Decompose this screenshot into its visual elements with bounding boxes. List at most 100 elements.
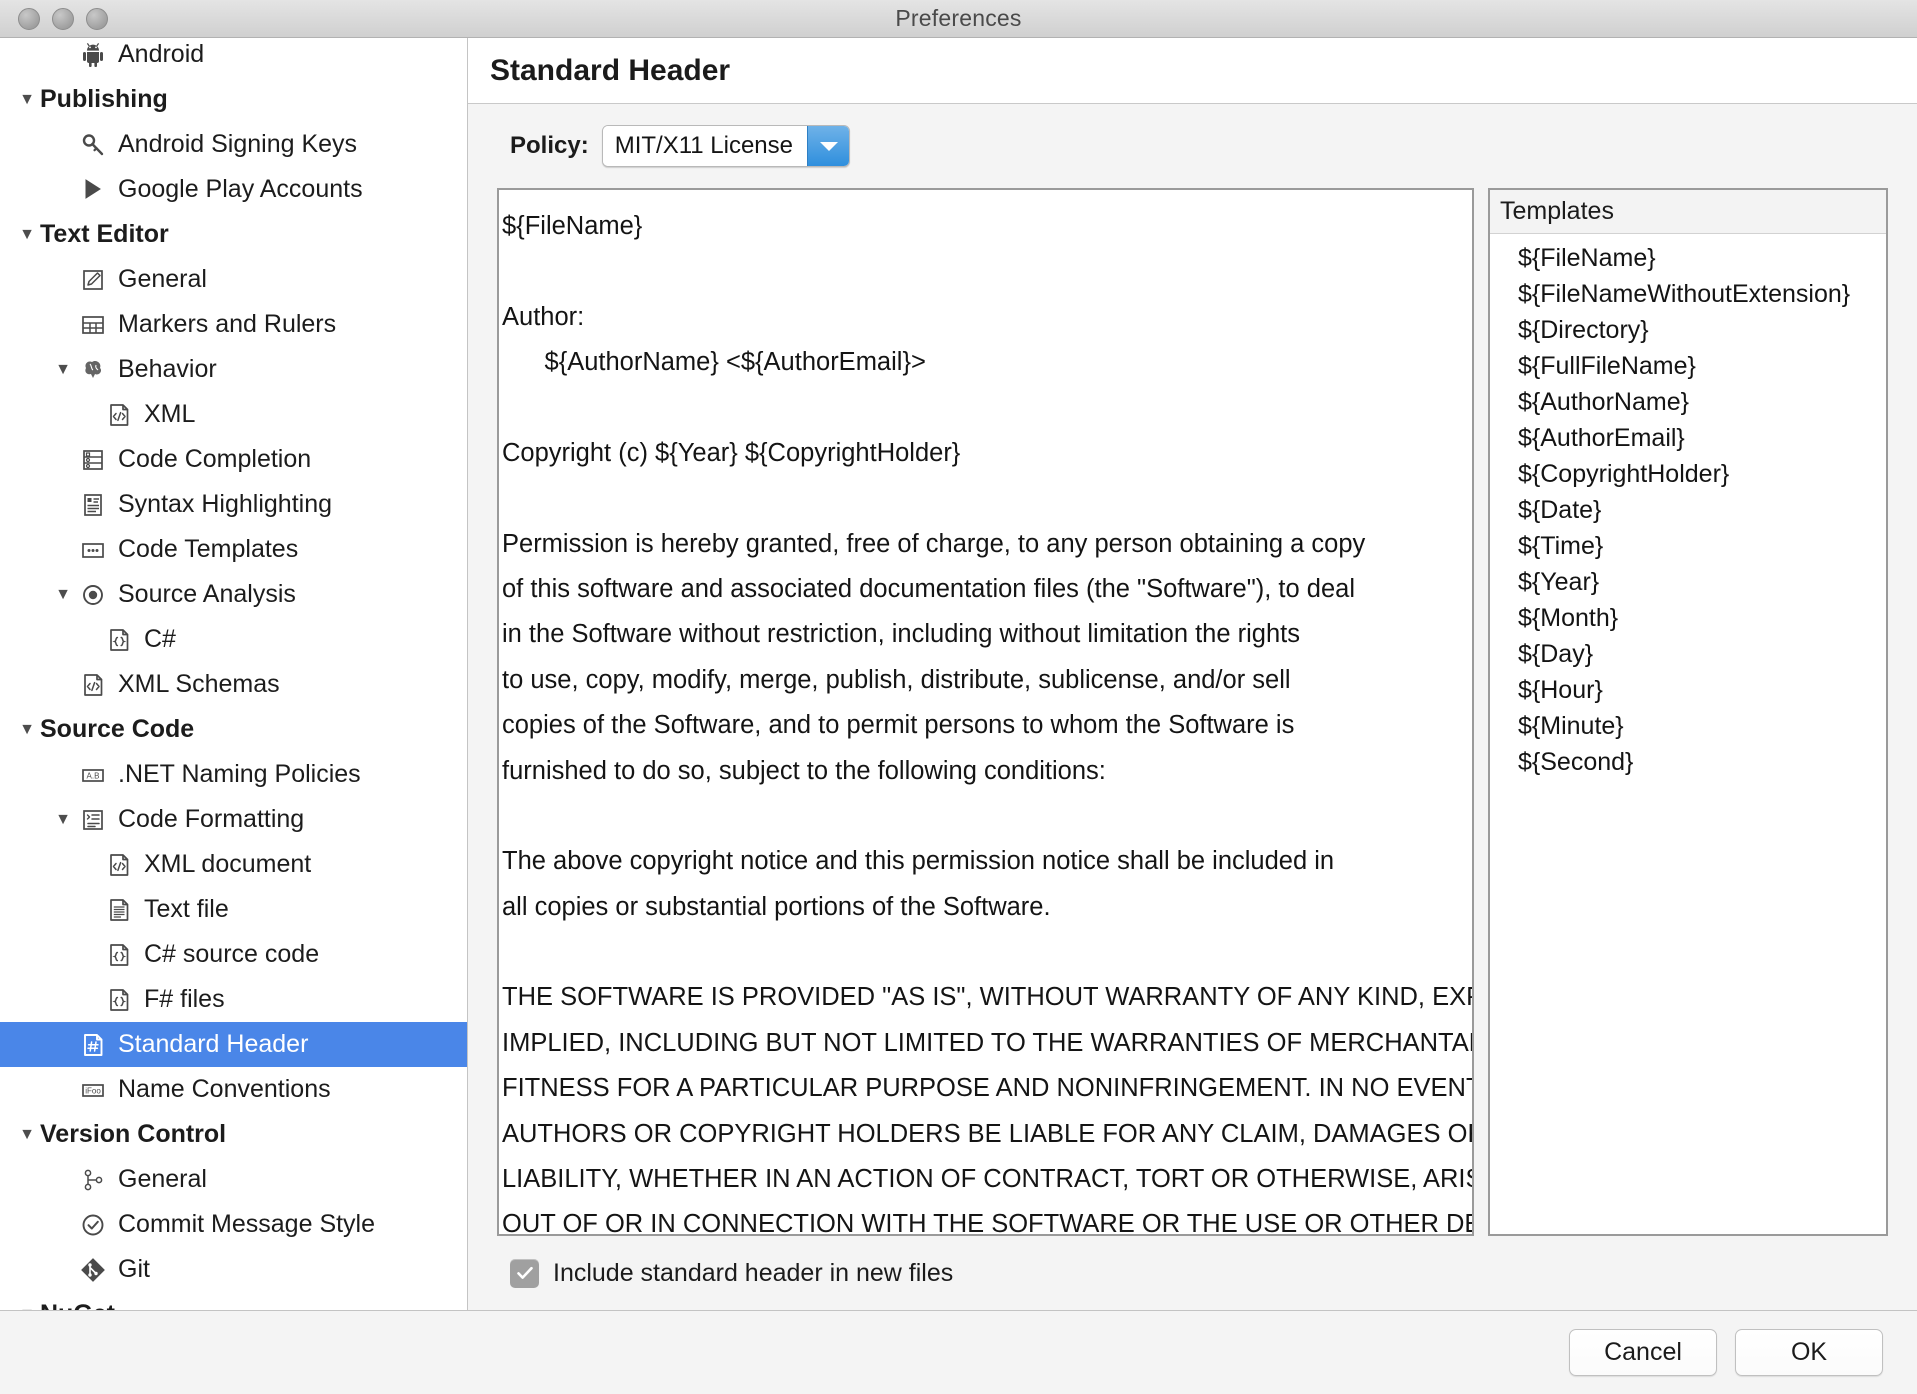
- sidebar-item-label: Code Formatting: [118, 805, 305, 833]
- key-icon: [76, 131, 110, 159]
- preferences-sidebar[interactable]: ▼Android▼Publishing▼Android Signing Keys…: [0, 38, 468, 1310]
- sidebar-item-xml[interactable]: ▼XML: [0, 392, 467, 437]
- sidebar-item-label: .NET Naming Policies: [118, 760, 361, 788]
- template-item[interactable]: ${FileName}: [1490, 240, 1886, 276]
- sidebar-item-label: C# source code: [144, 940, 320, 968]
- policy-label: Policy:: [510, 132, 589, 159]
- xml-document-icon: [102, 401, 136, 429]
- ellipsis-box-icon: [76, 536, 110, 564]
- sidebar-item-label: Publishing: [40, 85, 168, 113]
- xml-document-icon: [102, 851, 136, 879]
- cancel-button[interactable]: Cancel: [1569, 1329, 1717, 1376]
- sidebar-item-android-signing-keys[interactable]: ▼Android Signing Keys: [0, 122, 467, 167]
- braces-document-icon: [102, 626, 136, 654]
- sidebar-item-commit-message-style[interactable]: ▼Commit Message Style: [0, 1202, 467, 1247]
- sidebar-item-xml-document[interactable]: ▼XML document: [0, 842, 467, 887]
- sidebar-scroll-content: ▼Android▼Publishing▼Android Signing Keys…: [0, 38, 467, 1310]
- template-item[interactable]: ${FileNameWithoutExtension}: [1490, 276, 1886, 312]
- android-icon: [76, 41, 110, 69]
- sidebar-item-general[interactable]: ▼General: [0, 1157, 467, 1202]
- chevron-down-icon[interactable]: ▼: [50, 586, 76, 603]
- chevron-down-icon[interactable]: ▼: [50, 361, 76, 378]
- template-item[interactable]: ${Minute}: [1490, 708, 1886, 744]
- template-item[interactable]: ${CopyrightHolder}: [1490, 456, 1886, 492]
- sidebar-item-xml-schemas[interactable]: ▼XML Schemas: [0, 662, 467, 707]
- include-header-row[interactable]: Include standard header in new files: [497, 1236, 1888, 1310]
- sidebar-item-label: C#: [144, 625, 176, 653]
- template-item[interactable]: ${Date}: [1490, 492, 1886, 528]
- sidebar-item-label: General: [118, 265, 207, 293]
- chevron-down-icon[interactable]: ▼: [14, 1306, 40, 1310]
- sidebar-item-general[interactable]: ▼General: [0, 257, 467, 302]
- svg-text:iFoo: iFoo: [85, 1086, 101, 1095]
- header-text-editor[interactable]: ${FileName} Author: ${AuthorName} <${Aut…: [497, 188, 1474, 1236]
- sidebar-item-label: Source Code: [40, 715, 195, 743]
- chevron-down-icon[interactable]: ▼: [14, 1126, 40, 1143]
- ok-button[interactable]: OK: [1735, 1329, 1883, 1376]
- sidebar-item-source-analysis[interactable]: ▼ Source Analysis: [0, 572, 467, 617]
- sidebar-item-label: Syntax Highlighting: [118, 490, 333, 518]
- sidebar-item-label: Android Signing Keys: [118, 130, 358, 158]
- check-circle-icon: [76, 1211, 110, 1239]
- sidebar-item-c[interactable]: ▼C#: [0, 617, 467, 662]
- format-tree-icon: [76, 806, 110, 834]
- sidebar-item-version-control[interactable]: ▼ Version Control: [0, 1112, 467, 1157]
- sidebar-item-label: Android: [118, 40, 205, 68]
- header-text-content[interactable]: ${FileName} Author: ${AuthorName} <${Aut…: [499, 190, 1472, 1234]
- sidebar-item-text-editor[interactable]: ▼ Text Editor: [0, 212, 467, 257]
- sidebar-item-android[interactable]: ▼Android: [0, 38, 467, 77]
- sidebar-item-syntax-highlighting[interactable]: ▼Syntax Highlighting: [0, 482, 467, 527]
- text-document-icon: [102, 896, 136, 924]
- template-item[interactable]: ${Second}: [1490, 744, 1886, 780]
- preferences-window: Preferences ▼Android▼Publishing▼Android …: [0, 0, 1917, 1394]
- google-play-icon: [76, 176, 110, 204]
- template-item[interactable]: ${Hour}: [1490, 672, 1886, 708]
- chevron-down-icon[interactable]: ▼: [14, 91, 40, 108]
- chevron-down-icon[interactable]: ▼: [14, 721, 40, 738]
- template-item[interactable]: ${Month}: [1490, 600, 1886, 636]
- templates-header: Templates: [1490, 190, 1886, 234]
- sidebar-item-text-file[interactable]: ▼Text file: [0, 887, 467, 932]
- sidebar-item-code-templates[interactable]: ▼Code Templates: [0, 527, 467, 572]
- sidebar-item-f-files[interactable]: ▼F# files: [0, 977, 467, 1022]
- template-item[interactable]: ${Day}: [1490, 636, 1886, 672]
- braces-document-icon: [102, 986, 136, 1014]
- sidebar-item-source-code[interactable]: ▼ Source Code: [0, 707, 467, 752]
- sidebar-item-standard-header[interactable]: ▼Standard Header: [0, 1022, 467, 1067]
- sidebar-item-label: Behavior: [118, 355, 217, 383]
- sidebar-item-publishing[interactable]: ▼ Publishing: [0, 77, 467, 122]
- ruler-grid-icon: [76, 311, 110, 339]
- sidebar-item-git[interactable]: ▼Git: [0, 1247, 467, 1292]
- sidebar-item-net-naming-policies[interactable]: ▼A.B.NET Naming Policies: [0, 752, 467, 797]
- template-item[interactable]: ${Year}: [1490, 564, 1886, 600]
- sidebar-item-google-play-accounts[interactable]: ▼Google Play Accounts: [0, 167, 467, 212]
- template-item[interactable]: ${AuthorEmail}: [1490, 420, 1886, 456]
- sidebar-item-behavior[interactable]: ▼ Behavior: [0, 347, 467, 392]
- sidebar-item-label: Commit Message Style: [118, 1210, 376, 1238]
- sidebar-item-name-conventions[interactable]: ▼iFooName Conventions: [0, 1067, 467, 1112]
- policy-select-value: MIT/X11 License: [602, 126, 808, 166]
- sidebar-item-nuget[interactable]: ▼NuGet: [0, 1292, 467, 1311]
- chevron-down-icon[interactable]: ▼: [50, 811, 76, 828]
- chevron-down-icon[interactable]: [807, 126, 850, 166]
- policy-select[interactable]: MIT/X11 License: [601, 125, 851, 167]
- sidebar-item-label: XML document: [144, 850, 312, 878]
- include-header-label: Include standard header in new files: [553, 1258, 954, 1287]
- template-item[interactable]: ${FullFileName}: [1490, 348, 1886, 384]
- chevron-down-icon[interactable]: ▼: [14, 226, 40, 243]
- target-dot-icon: [76, 581, 110, 609]
- sidebar-item-code-formatting[interactable]: ▼ Code Formatting: [0, 797, 467, 842]
- template-item[interactable]: ${Directory}: [1490, 312, 1886, 348]
- sidebar-item-label: Name Conventions: [118, 1075, 331, 1103]
- svg-text:A.B: A.B: [87, 771, 100, 780]
- sidebar-item-markers-and-rulers[interactable]: ▼Markers and Rulers: [0, 302, 467, 347]
- sidebar-item-code-completion[interactable]: ▼Code Completion: [0, 437, 467, 482]
- template-item[interactable]: ${AuthorName}: [1490, 384, 1886, 420]
- template-item[interactable]: ${Time}: [1490, 528, 1886, 564]
- window-title: Preferences: [895, 5, 1022, 31]
- sidebar-item-c-source-code[interactable]: ▼C# source code: [0, 932, 467, 977]
- window-body: ▼Android▼Publishing▼Android Signing Keys…: [0, 38, 1917, 1310]
- sidebar-item-label: Source Analysis: [118, 580, 296, 608]
- templates-list[interactable]: ${FileName} ${FileNameWithoutExtension} ${…: [1490, 234, 1886, 1234]
- include-header-checkbox[interactable]: [510, 1258, 539, 1288]
